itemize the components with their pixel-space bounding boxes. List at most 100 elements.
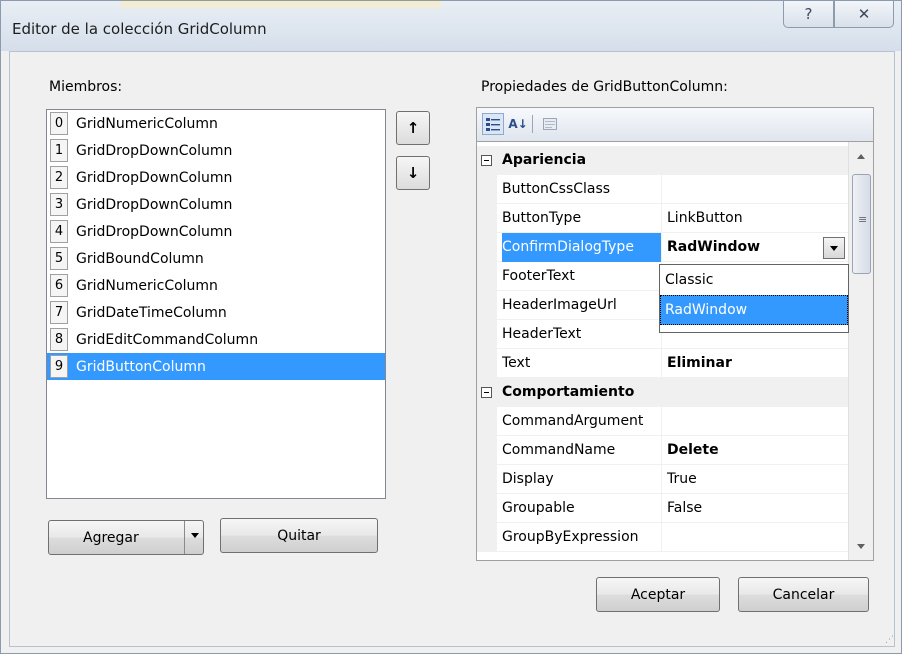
list-item[interactable]: 4 GridDropDownColumn (47, 218, 385, 245)
property-grid-scrollbar[interactable] (848, 142, 873, 560)
list-item[interactable]: 6 GridNumericColumn (47, 272, 385, 299)
member-index: 9 (50, 355, 68, 378)
property-value[interactable]: RadWindow (667, 233, 849, 262)
property-value[interactable] (667, 407, 849, 436)
category-name: Comportamiento (502, 384, 635, 400)
list-item[interactable]: 1 GridDropDownColumn (47, 137, 385, 164)
property-row[interactable]: Text Eliminar (477, 349, 849, 378)
member-index: 8 (50, 328, 68, 351)
chevron-down-icon[interactable] (191, 533, 199, 538)
dropdown-option[interactable]: RadWindow (660, 295, 848, 325)
property-row[interactable]: ButtonCssClass (477, 175, 849, 204)
property-row[interactable]: CommandArgument (477, 407, 849, 436)
list-item[interactable]: 7 GridDateTimeColumn (47, 299, 385, 326)
member-name: GridBoundColumn (76, 250, 204, 267)
member-name: GridDropDownColumn (76, 169, 233, 186)
property-category-1[interactable]: Comportamiento (477, 378, 849, 407)
add-button-label: Agregar (83, 529, 139, 546)
list-item[interactable]: 3 GridDropDownColumn (47, 191, 385, 218)
property-value[interactable] (667, 523, 849, 552)
categorized-view-button[interactable] (482, 113, 504, 135)
property-name[interactable]: CommandName (502, 436, 662, 465)
move-up-button[interactable]: ↑ (396, 111, 430, 145)
property-value[interactable]: LinkButton (667, 204, 849, 233)
list-item[interactable]: 9 GridButtonColumn (47, 353, 385, 380)
scroll-down-icon[interactable] (857, 544, 865, 549)
property-gutter (477, 465, 497, 494)
property-row[interactable]: Display True (477, 465, 849, 494)
property-grid[interactable]: Apariencia ButtonCssClass ButtonType LinkBu… (476, 141, 874, 561)
property-gutter (477, 233, 497, 262)
move-down-button[interactable]: ↓ (396, 156, 430, 190)
cancel-button-label: Cancelar (772, 586, 835, 603)
dropdown-option[interactable]: Classic (660, 265, 848, 295)
members-list[interactable]: 0 GridNumericColumn 1 GridDropDownColumn 2 Gr… (46, 109, 386, 499)
ok-button[interactable]: Aceptar (596, 577, 720, 612)
property-name[interactable]: Groupable (502, 494, 662, 523)
property-name[interactable]: Text (502, 349, 662, 378)
property-name[interactable]: CommandArgument (502, 407, 662, 436)
property-value[interactable]: Delete (667, 436, 849, 465)
add-split-separator (184, 521, 185, 554)
toolbar-separator (532, 115, 533, 133)
property-gutter (477, 291, 497, 320)
property-name[interactable]: Display (502, 465, 662, 494)
list-item[interactable]: 5 GridBoundColumn (47, 245, 385, 272)
property-row[interactable]: CommandName Delete (477, 436, 849, 465)
alphabetical-view-button[interactable]: A↓ (507, 113, 529, 135)
remove-button[interactable]: Quitar (220, 518, 378, 553)
list-item[interactable]: 2 GridDropDownColumn (47, 164, 385, 191)
close-button[interactable]: ✕ (834, 1, 894, 28)
help-button[interactable]: ? (783, 1, 834, 28)
resize-grip-icon[interactable]: ⋰ (885, 635, 894, 645)
member-name: GridDateTimeColumn (76, 304, 227, 321)
property-value[interactable]: Eliminar (667, 349, 849, 378)
member-name: GridNumericColumn (76, 277, 218, 294)
property-grid-toolbar: A↓ (476, 107, 874, 141)
member-name: GridDropDownColumn (76, 142, 233, 159)
members-label: Miembros: (49, 79, 123, 95)
property-value[interactable] (667, 175, 849, 204)
collapse-icon[interactable] (481, 155, 492, 166)
property-value[interactable]: False (667, 494, 849, 523)
properties-label: Propiedades de GridButtonColumn: (481, 79, 728, 95)
add-button[interactable]: Agregar (48, 520, 204, 555)
property-name[interactable]: FooterText (502, 262, 662, 291)
property-name[interactable]: HeaderImageUrl (502, 291, 662, 320)
list-item[interactable]: 0 GridNumericColumn (47, 110, 385, 137)
collapse-icon[interactable] (481, 387, 492, 398)
property-name[interactable]: GroupByExpression (502, 523, 662, 552)
property-value[interactable]: True (667, 465, 849, 494)
scroll-up-icon[interactable] (857, 154, 865, 159)
dropdown-chevron-down-icon[interactable] (823, 237, 845, 259)
property-gutter (477, 494, 497, 523)
remove-button-label: Quitar (277, 527, 321, 544)
member-index: 5 (50, 247, 68, 270)
property-gutter (477, 175, 497, 204)
property-gutter (477, 349, 497, 378)
member-index: 7 (50, 301, 68, 324)
property-row[interactable]: Groupable False (477, 494, 849, 523)
close-icon: ✕ (857, 5, 871, 23)
member-name: GridDropDownColumn (76, 196, 233, 213)
property-name[interactable]: ButtonType (502, 204, 662, 233)
member-index: 3 (50, 193, 68, 216)
cancel-button[interactable]: Cancelar (738, 577, 869, 612)
property-row[interactable]: GroupByExpression (477, 523, 849, 552)
confirm-dialog-type-dropdown-list[interactable]: Classic RadWindow (659, 264, 849, 333)
collection-editor-dialog: Editor de la colección GridColumn ? ✕ Mi… (0, 0, 902, 654)
title-bar[interactable]: Editor de la colección GridColumn ? ✕ (1, 1, 901, 51)
property-gutter (477, 320, 497, 349)
property-pages-button[interactable] (539, 113, 561, 135)
property-row[interactable]: ButtonType LinkButton (477, 204, 849, 233)
alphabetical-icon: A↓ (508, 117, 528, 131)
property-name[interactable]: ButtonCssClass (502, 175, 662, 204)
property-category-0[interactable]: Apariencia (477, 146, 849, 175)
list-item[interactable]: 8 GridEditCommandColumn (47, 326, 385, 353)
property-name[interactable]: ConfirmDialogType (502, 233, 662, 262)
property-row[interactable]: ConfirmDialogType RadWindow (477, 233, 849, 262)
property-gutter (477, 523, 497, 552)
arrow-up-icon: ↑ (406, 119, 420, 137)
scroll-thumb[interactable] (852, 174, 871, 274)
property-name[interactable]: HeaderText (502, 320, 662, 349)
